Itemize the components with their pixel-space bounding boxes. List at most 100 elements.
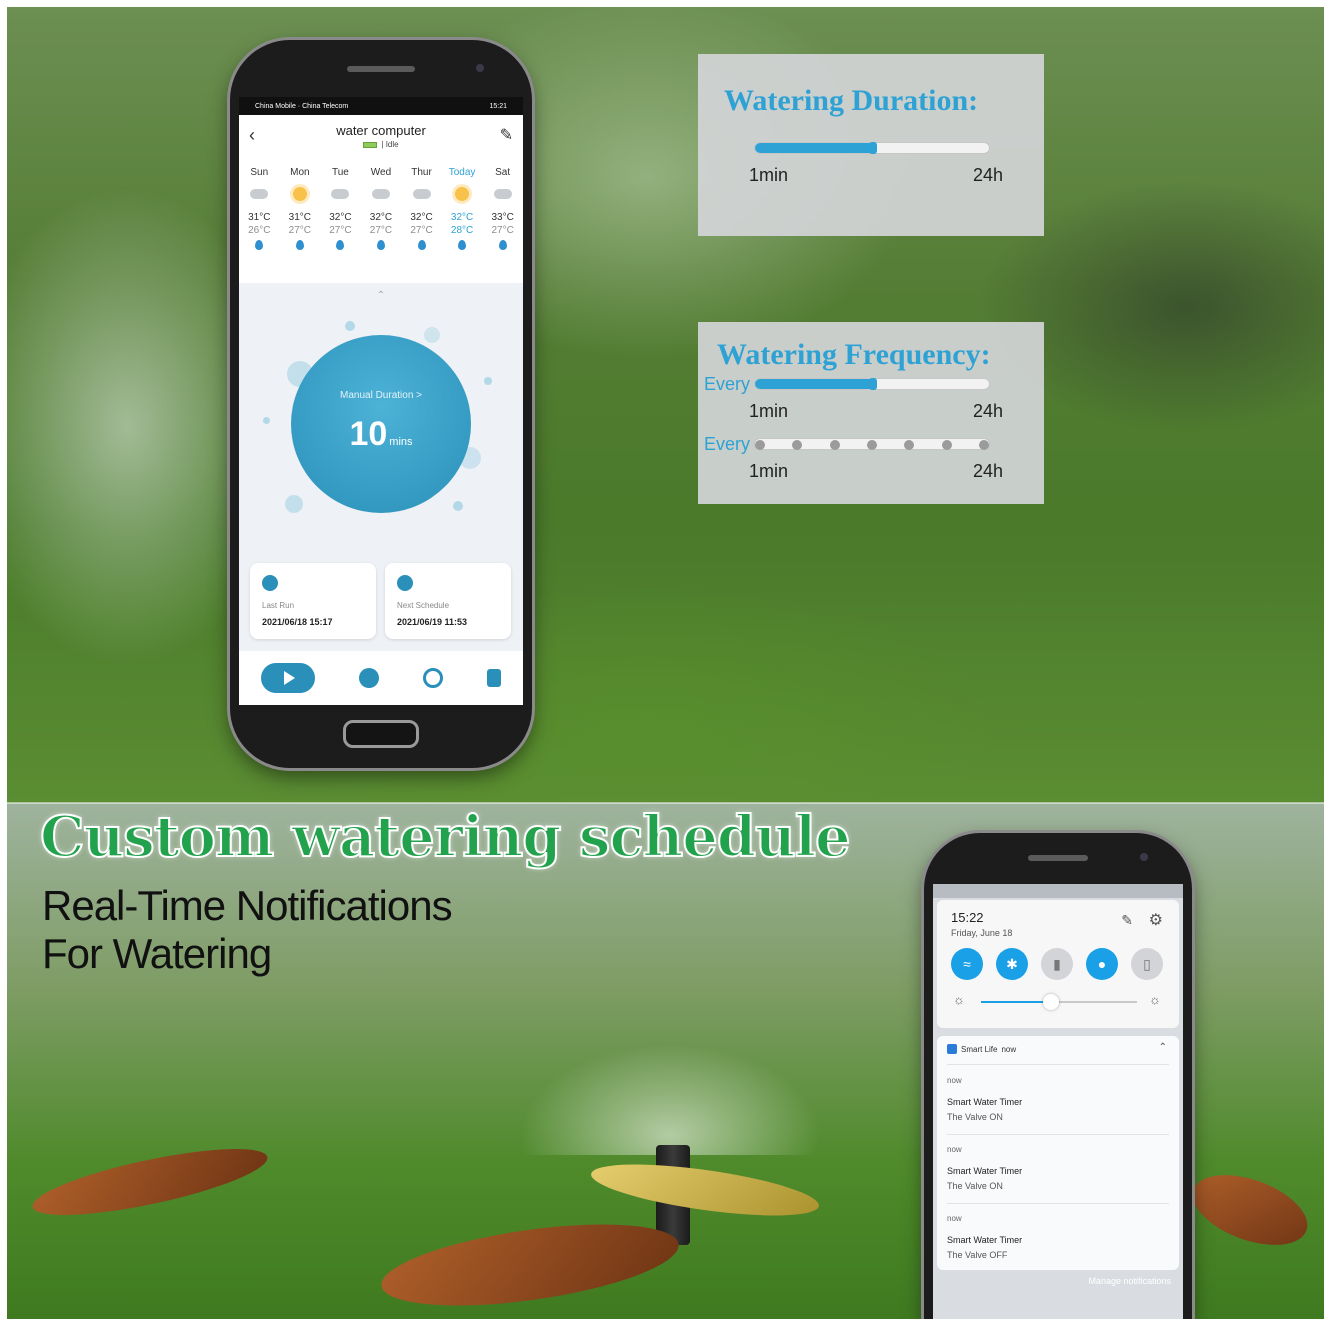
frequency-step-dot[interactable] — [830, 440, 840, 450]
frequency-slider[interactable] — [754, 378, 990, 390]
notification-title: Smart Water Timer — [947, 1235, 1023, 1245]
rain-drop-icon — [498, 240, 507, 250]
notification-body: The Valve ON — [947, 1112, 1003, 1122]
frequency-step-dot[interactable] — [792, 440, 802, 450]
collapse-chevron-icon[interactable]: ⌃ — [1159, 1042, 1167, 1053]
forecast-high: 33°C — [491, 212, 514, 223]
app-name: Smart Life — [961, 1044, 998, 1054]
frequency-step-dot[interactable] — [979, 440, 989, 450]
duration-min-label: 1min — [749, 165, 789, 185]
schedule-icon — [397, 575, 413, 591]
forecast-low: 26°C — [248, 225, 271, 236]
frequency-every-label: Every — [704, 374, 751, 394]
next-schedule-value: 2021/06/19 11:53 — [397, 617, 468, 627]
next-schedule-card[interactable]: Next Schedule 2021/06/19 11:53 — [385, 563, 511, 639]
flashlight-toggle-icon[interactable]: ▮ — [1041, 948, 1073, 980]
watering-duration-title: Watering Duration: — [724, 84, 979, 117]
battery-icon — [363, 141, 378, 148]
divider — [947, 1064, 1169, 1065]
phone-speaker — [347, 66, 415, 72]
play-button[interactable] — [261, 663, 315, 693]
notification-body: The Valve OFF — [947, 1250, 1008, 1260]
frequency-step-dot[interactable] — [942, 440, 952, 450]
notification-item[interactable]: now Smart Water Timer The Valve OFF — [947, 1214, 1169, 1260]
last-run-label: Last Run — [262, 601, 295, 610]
forecast-day: Tue 32°C 27°C — [320, 167, 360, 250]
brightness-slider-knob[interactable] — [1043, 994, 1059, 1010]
forecast-day: Thur 32°C 27°C — [402, 167, 442, 250]
forecast-day-label: Sat — [495, 167, 511, 178]
vibrate-toggle-icon[interactable]: ▯ — [1131, 948, 1163, 980]
last-run-card[interactable]: Last Run 2021/06/18 15:17 — [250, 563, 376, 639]
notification-time: now — [947, 1145, 962, 1154]
notification-title: Smart Water Timer — [947, 1097, 1023, 1107]
cloud-icon — [331, 189, 350, 199]
brightness-low-icon: ☼ — [953, 992, 965, 1007]
duration-unit: mins — [389, 436, 413, 448]
frequency-step-dot[interactable] — [867, 440, 877, 450]
forecast-day-label: Tue — [331, 167, 349, 178]
frequency-step-dot[interactable] — [755, 440, 765, 450]
manage-notifications-link[interactable]: Manage notifications — [1088, 1276, 1171, 1286]
bubble-decoration — [285, 495, 303, 513]
rain-drop-icon — [295, 240, 304, 250]
next-schedule-label: Next Schedule — [397, 601, 450, 610]
notification-title: Smart Water Timer — [947, 1166, 1023, 1176]
notification-app-header: Smart Life now — [947, 1044, 1016, 1054]
forecast-high: 32°C — [450, 212, 474, 223]
collapse-chevron-icon[interactable]: ⌃ — [239, 290, 523, 301]
weather-icon-wrap — [320, 182, 360, 206]
bell-toggle-icon[interactable]: ● — [1086, 948, 1118, 980]
phone-speaker — [1028, 855, 1088, 861]
forecast-high: 31°C — [288, 212, 312, 223]
edit-icon[interactable]: ✎ — [500, 125, 513, 145]
weather-icon-wrap — [280, 182, 320, 206]
notification-item[interactable]: now Smart Water Timer The Valve ON — [947, 1145, 1169, 1191]
rain-drop-icon — [376, 240, 385, 250]
home-button[interactable] — [343, 720, 419, 748]
watering-frequency-panel: Watering Frequency: Every 1min 24h Every… — [698, 322, 1044, 504]
forecast-day-label: Today — [448, 167, 476, 178]
gear-icon[interactable]: ⚙ — [1149, 910, 1163, 930]
forecast-day: Mon 31°C 27°C — [280, 167, 320, 250]
cloud-icon — [250, 189, 269, 199]
app-header: ‹ water computer | Idle ✎ Sun 31°C 26°C Mon… — [239, 115, 523, 301]
log-list-tab-icon[interactable] — [487, 669, 501, 687]
edit-icon[interactable]: ✎ — [1121, 912, 1133, 929]
weather-forecast: Sun 31°C 26°C Mon 31°C 27°C Tue 32°C 27°C Wed 32°C… — [239, 167, 523, 250]
bubble-decoration — [263, 417, 270, 424]
phone-camera — [1140, 853, 1148, 861]
weather-icon-wrap — [483, 182, 523, 206]
frequency-step-dot[interactable] — [904, 440, 914, 450]
manual-duration-dial[interactable]: Manual Duration > 10 mins — [291, 335, 471, 513]
duration-slider[interactable] — [754, 142, 990, 154]
bluetooth-toggle-icon[interactable]: ✱ — [996, 948, 1028, 980]
forecast-low: 27°C — [491, 225, 514, 236]
forecast-high: 32°C — [329, 212, 352, 223]
forecast-day-label: Sun — [250, 167, 269, 178]
notification-group[interactable]: Smart Life now ⌃ now Smart Water Timer The… — [937, 1036, 1179, 1270]
brightness-slider[interactable] — [981, 994, 1137, 1010]
notification-item[interactable]: now Smart Water Timer The Valve ON — [947, 1076, 1169, 1122]
duration-slider-fill — [755, 143, 873, 153]
clock-date: Friday, June 18 — [951, 928, 1013, 938]
forecast-low: 28°C — [450, 225, 474, 236]
watering-frequency-title: Watering Frequency: — [717, 338, 991, 371]
frequency-min-label: 1min — [749, 461, 789, 481]
frequency-step-slider[interactable] — [754, 438, 990, 450]
water-drop-tab-icon[interactable] — [359, 668, 379, 688]
phone-camera — [476, 64, 484, 72]
frequency-every-label: Every — [704, 434, 751, 454]
wifi-toggle-icon[interactable]: ≈ — [951, 948, 983, 980]
frequency-slider-knob[interactable] — [869, 378, 877, 390]
divider — [947, 1203, 1169, 1204]
duration-slider-knob[interactable] — [869, 142, 877, 154]
duration-value: 10 mins — [291, 415, 471, 454]
alarm-clock-tab-icon[interactable] — [423, 668, 443, 688]
divider — [947, 1134, 1169, 1135]
rain-drop-icon — [458, 240, 467, 250]
notification-body: The Valve ON — [947, 1181, 1003, 1191]
forecast-high: 32°C — [369, 212, 393, 223]
page-title: water computer — [336, 123, 426, 138]
forecast-low: 27°C — [329, 225, 352, 236]
